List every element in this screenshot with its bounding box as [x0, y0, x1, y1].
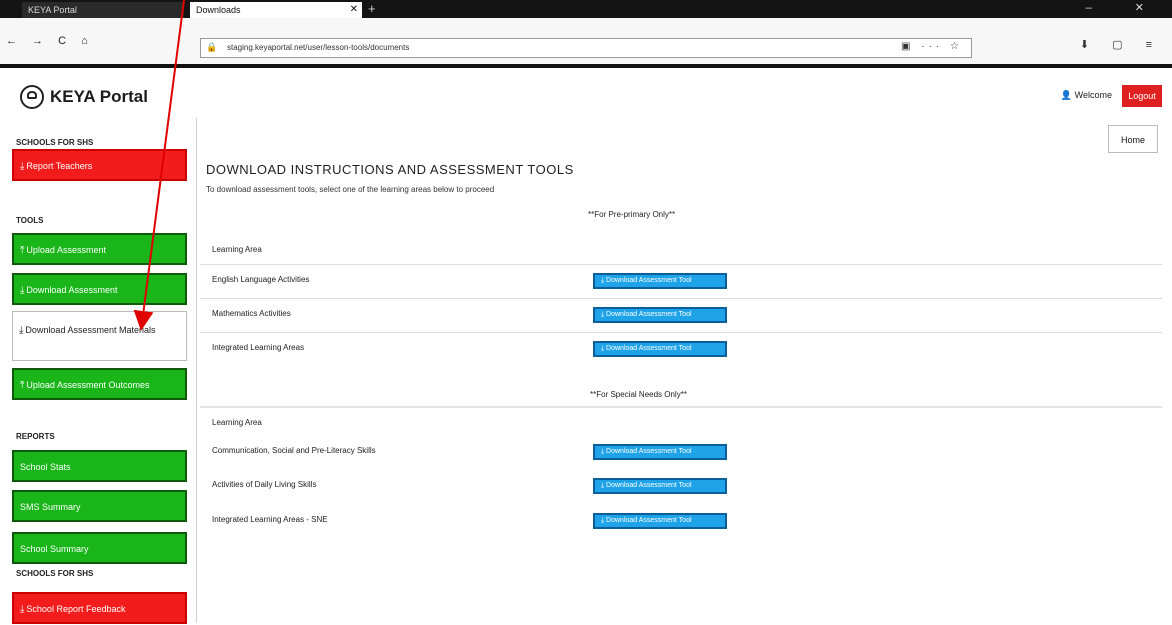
learning-area-name: English Language Activities — [212, 275, 310, 284]
sidebar-section-title: REPORTS — [16, 432, 55, 441]
sidebar-item-label: Report Teachers — [26, 161, 93, 171]
brand[interactable]: KEYA Portal — [20, 82, 148, 112]
instruction-text: To download assessment tools, select one… — [206, 185, 495, 194]
sidebar-item-sms-summary[interactable]: SMS Summary — [12, 490, 187, 522]
download-tool-button[interactable]: ⤓ Download Assessment Tool — [593, 341, 727, 357]
download-tool-button[interactable]: ⤓ Download Assessment Tool — [593, 444, 727, 460]
sidebar-item-label: School Report Feedback — [26, 604, 126, 614]
download-icon: ⤓ — [19, 325, 24, 336]
table-row: Integrated Learning Areas ⤓ Download Ass… — [200, 332, 1162, 367]
browser-nav-bar: ← → C ⌂ 🔒 staging.keyaportal.net/user/le… — [0, 18, 1172, 65]
pre-primary-note: **For Pre-primary Only** — [588, 210, 676, 219]
download-icon: ⤓ — [20, 161, 25, 172]
browser-tab-1[interactable]: KEYA Portal — [22, 2, 184, 18]
tab-label: Downloads — [196, 5, 241, 15]
learning-area-name: Communication, Social and Pre-Literacy S… — [212, 446, 376, 455]
upload-icon: ⤒ — [20, 380, 25, 391]
table-row: Activities of Daily Living Skills ⤓ Down… — [200, 470, 1162, 504]
browser-tab-bar: KEYA Portal Downloads ✕ + – ✕ — [0, 0, 1172, 18]
table-row: Mathematics Activities ⤓ Download Assess… — [200, 298, 1162, 333]
sidebar-item-upload-assessment[interactable]: ⤒ Upload Assessment — [12, 233, 187, 265]
sidebar-item-label: Upload Assessment — [26, 245, 106, 255]
brand-title: KEYA Portal — [50, 87, 148, 106]
download-tool-button[interactable]: ⤓ Download Assessment Tool — [593, 307, 727, 323]
sidebar-item-download-assessment-materials[interactable]: ⤓ Download Assessment Materials — [12, 311, 187, 361]
learning-area-name: Integrated Learning Areas — [212, 343, 305, 352]
sidebar: SCHOOLS FOR SHS ⤓ Report Teachers TOOLS ⤒… — [0, 118, 197, 624]
button-label: Download Assessment Tool — [606, 345, 692, 352]
learning-area-header: Learning Area — [212, 418, 262, 427]
url-text: staging.keyaportal.net/user/lesson-tools… — [227, 43, 410, 52]
logout-button[interactable]: Logout — [1122, 85, 1162, 107]
table-row: Integrated Learning Areas - SNE ⤓ Downlo… — [200, 505, 1162, 539]
sidebar-item-upload-outcomes[interactable]: ⤒ Upload Assessment Outcomes — [12, 368, 187, 400]
nav-buttons[interactable]: ← → C ⌂ — [6, 35, 94, 47]
address-bar[interactable]: 🔒 staging.keyaportal.net/user/lesson-too… — [200, 38, 972, 58]
tab-label: KEYA Portal — [28, 5, 77, 15]
download-tool-button[interactable]: ⤓ Download Assessment Tool — [593, 273, 727, 289]
logo-icon — [20, 85, 44, 109]
lock-icon: 🔒 — [206, 42, 218, 52]
table-row: Communication, Social and Pre-Literacy S… — [200, 436, 1162, 470]
button-label: Download Assessment Tool — [606, 482, 692, 489]
sidebar-item-download-assessment[interactable]: ⤓ Download Assessment — [12, 273, 187, 305]
home-button[interactable]: Home — [1108, 125, 1158, 153]
toolbar-icons[interactable]: ⬇ ▢ ≡ — [1080, 38, 1162, 51]
sidebar-item-school-stats[interactable]: School Stats — [12, 450, 187, 482]
user-icon: 👤 — [1060, 90, 1073, 100]
sidebar-section-title: SCHOOLS FOR SHS — [16, 569, 94, 578]
sidebar-item-label: SMS Summary — [20, 502, 81, 512]
button-label: Download Assessment Tool — [606, 311, 692, 318]
learning-area-name: Activities of Daily Living Skills — [212, 480, 317, 489]
close-tab-icon[interactable]: ✕ — [350, 2, 358, 18]
address-bar-tools[interactable]: ▣ ··· ☆ — [901, 41, 963, 52]
sidebar-section-title: TOOLS — [16, 216, 44, 225]
button-label: Download Assessment Tool — [606, 517, 692, 524]
button-label: Download Assessment Tool — [606, 448, 692, 455]
special-needs-note: **For Special Needs Only** — [590, 390, 687, 399]
learning-area-header: Learning Area — [212, 245, 262, 254]
browser-tab-2[interactable]: Downloads ✕ — [190, 2, 362, 18]
page-title: DOWNLOAD INSTRUCTIONS AND ASSESSMENT TOO… — [206, 162, 574, 177]
sidebar-item-label: Download Assessment Materials — [25, 325, 156, 335]
new-tab-button[interactable]: + — [368, 1, 376, 16]
download-tool-button[interactable]: ⤓ Download Assessment Tool — [593, 513, 727, 529]
header-divider — [0, 64, 1172, 68]
table-row: English Language Activities ⤓ Download A… — [200, 264, 1162, 299]
learning-area-name: Integrated Learning Areas - SNE — [212, 515, 328, 524]
download-tool-button[interactable]: ⤓ Download Assessment Tool — [593, 478, 727, 494]
download-icon: ⤓ — [20, 285, 25, 296]
sidebar-item-report-teachers[interactable]: ⤓ Report Teachers — [12, 149, 187, 181]
sidebar-section-title: SCHOOLS FOR SHS — [16, 138, 94, 147]
sidebar-item-school-report-feedback[interactable]: ⤓ School Report Feedback — [12, 592, 187, 624]
learning-area-name: Mathematics Activities — [212, 309, 291, 318]
window-controls[interactable]: – ✕ — [1086, 1, 1164, 14]
button-label: Download Assessment Tool — [606, 277, 692, 284]
sidebar-item-school-summary[interactable]: School Summary — [12, 532, 187, 564]
download-icon: ⤓ — [20, 604, 25, 615]
sidebar-item-label: Upload Assessment Outcomes — [26, 380, 150, 390]
user-menu[interactable]: 👤 Welcome — [1061, 90, 1112, 101]
user-label: Welcome — [1074, 90, 1112, 100]
sidebar-item-label: School Summary — [20, 544, 89, 554]
sidebar-item-label: Download Assessment — [26, 285, 118, 295]
sidebar-item-label: School Stats — [20, 462, 71, 472]
section-divider — [200, 406, 1162, 408]
upload-icon: ⤒ — [20, 245, 25, 256]
